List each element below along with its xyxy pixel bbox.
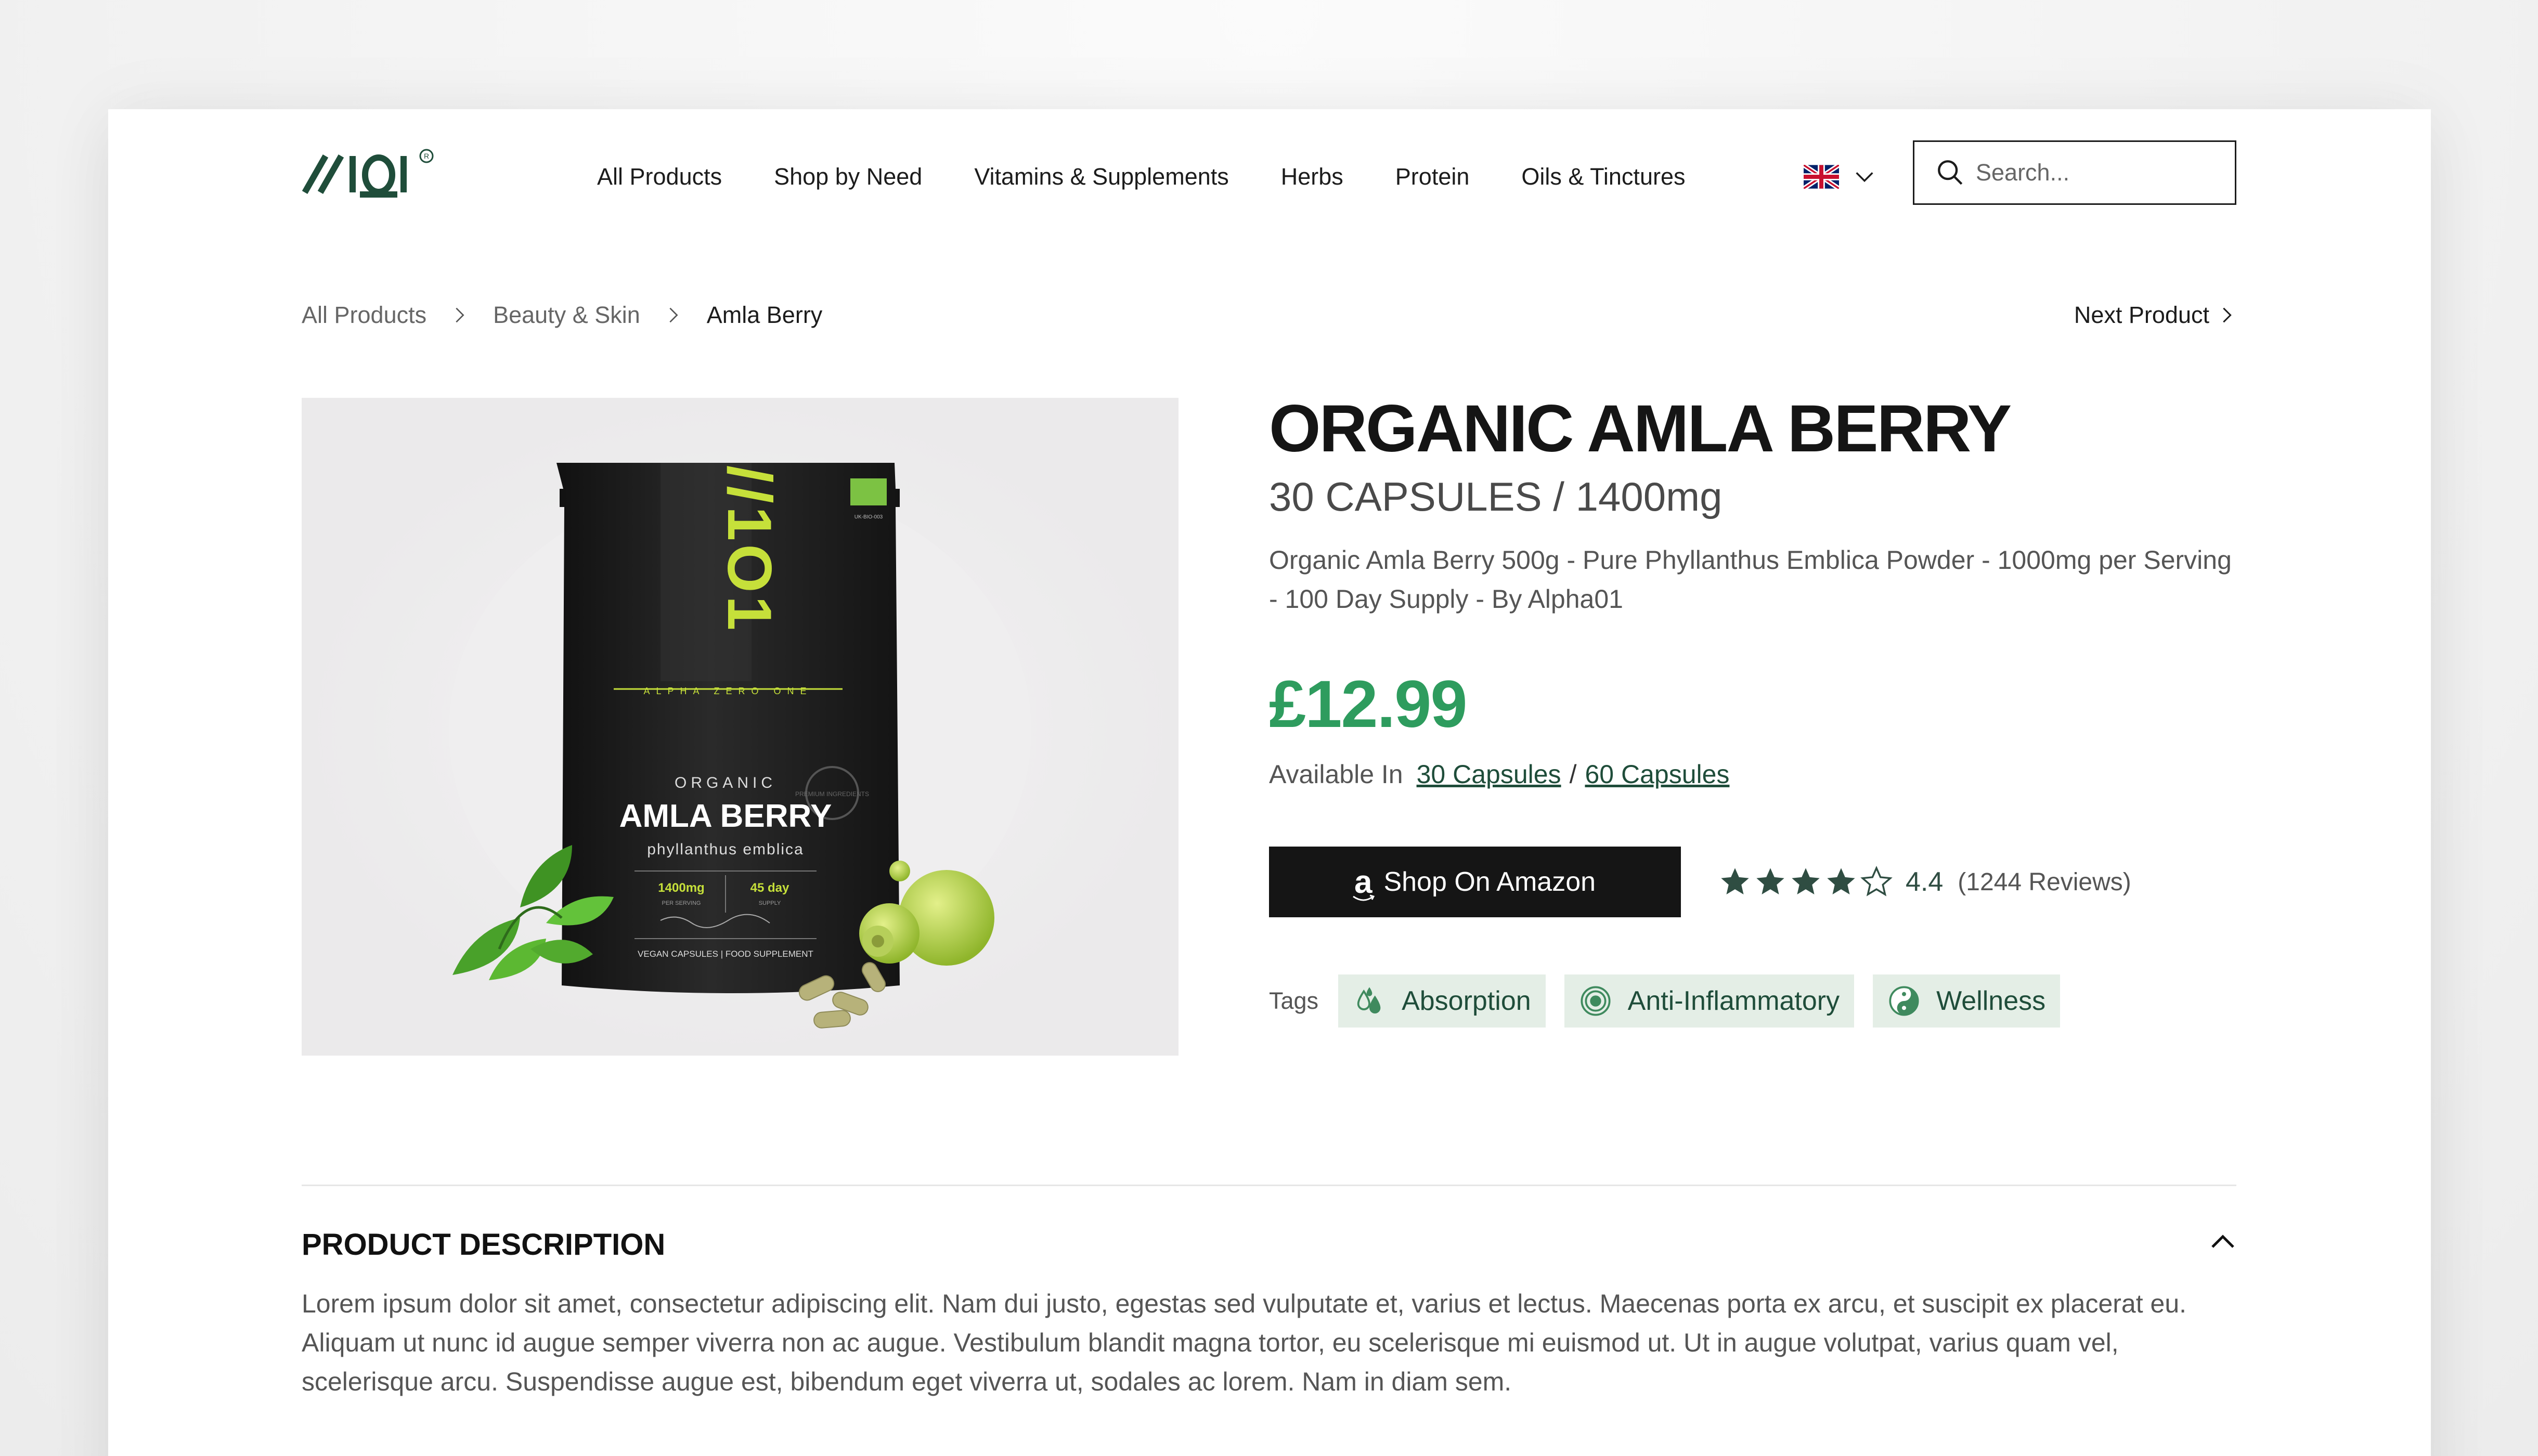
- pouch-name-text: AMLA BERRY: [619, 798, 832, 834]
- pouch-stat1-value: 1400mg: [658, 881, 704, 895]
- nav-protein[interactable]: Protein: [1395, 163, 1470, 190]
- amazon-smile-icon: [1353, 894, 1375, 901]
- nav-shop-by-need[interactable]: Shop by Need: [774, 163, 922, 190]
- tag-label: Anti-Inflammatory: [1627, 986, 1840, 1016]
- chevron-down-icon: [1856, 172, 1873, 183]
- nav-herbs[interactable]: Herbs: [1281, 163, 1343, 190]
- tag-wellness[interactable]: Wellness: [1873, 974, 2061, 1028]
- target-rings-icon: [1581, 986, 1611, 1016]
- pouch-organic-text: ORGANIC: [675, 774, 776, 791]
- product-short-description: Organic Amla Berry 500g - Pure Phyllanth…: [1269, 545, 2232, 614]
- next-product-label: Next Product: [2074, 302, 2209, 328]
- svg-text://1O1: //1O1: [715, 465, 784, 634]
- logo-mark-icon: R: [302, 149, 434, 198]
- breadcrumb-current: Amla Berry: [706, 302, 823, 328]
- svg-text:R: R: [424, 152, 429, 160]
- rating-value: 4.4: [1906, 867, 1944, 897]
- variant-link-60[interactable]: 60 Capsules: [1585, 759, 1729, 789]
- section-divider: [302, 1185, 2236, 1186]
- brand-logo[interactable]: R: [302, 140, 437, 198]
- tag-anti-inflammatory[interactable]: Anti-Inflammatory: [1564, 974, 1855, 1028]
- pouch-stat2-label: SUPPLY: [759, 900, 781, 906]
- product-page-card: R All Products Shop by Need Vitamins & S…: [108, 109, 2431, 1456]
- breadcrumb-beauty-skin[interactable]: Beauty & Skin: [493, 302, 640, 329]
- tags-label: Tags: [1269, 987, 1319, 1014]
- chevron-right-icon: [2223, 307, 2232, 323]
- rating[interactable]: 4.4 (1244 Reviews): [1718, 865, 2131, 899]
- breadcrumb-all-products[interactable]: All Products: [302, 302, 426, 329]
- shop-on-amazon-button[interactable]: a Shop On Amazon: [1269, 847, 1681, 917]
- nav-oils-tinctures[interactable]: Oils & Tinctures: [1521, 163, 1685, 190]
- nav-vitamins-supplements[interactable]: Vitamins & Supplements: [974, 163, 1228, 190]
- pouch-stat1-label: PER SERVING: [662, 900, 701, 906]
- chevron-right-icon: [669, 307, 678, 323]
- main-nav: All Products Shop by Need Vitamins & Sup…: [597, 156, 1737, 198]
- variant-link-30[interactable]: 30 Capsules: [1417, 759, 1561, 789]
- search-box[interactable]: [1913, 140, 2236, 205]
- next-product-link[interactable]: Next Product: [2074, 302, 2237, 329]
- yin-yang-icon: [1889, 986, 1919, 1016]
- review-count[interactable]: (1244 Reviews): [1958, 868, 2131, 896]
- tags-row: Tags Absorption Anti-Inflammatory Wellne…: [1269, 974, 2236, 1028]
- pouch-stat2-value: 45 day: [750, 881, 789, 895]
- tag-label: Absorption: [1402, 986, 1531, 1016]
- search-input[interactable]: [1976, 159, 2205, 186]
- product-description-heading[interactable]: PRODUCT DESCRIPTION: [302, 1227, 665, 1262]
- product-description-body: Lorem ipsum dolor sit amet, consectetur …: [302, 1289, 2187, 1396]
- product-price: £12.99: [1269, 667, 1468, 742]
- language-selector[interactable]: [1804, 161, 1887, 192]
- star-filled-icon: [1756, 868, 1784, 894]
- available-label: Available In: [1269, 760, 1403, 789]
- water-drops-icon: [1357, 987, 1381, 1013]
- pouch-latin-text: phyllanthus emblica: [647, 841, 804, 858]
- star-filled-icon: [1827, 868, 1855, 894]
- product-image[interactable]: //1O1 UK-BIO-003 ALPHA ZERO ONE PREMIUM …: [302, 398, 1179, 1056]
- star-filled-icon: [1792, 868, 1820, 894]
- amazon-logo-icon: a: [1353, 864, 1375, 901]
- chevron-up-icon[interactable]: [2207, 1226, 2238, 1257]
- shop-on-amazon-label: Shop On Amazon: [1383, 867, 1596, 897]
- breadcrumb: All Products Beauty & Skin Amla Berry: [302, 302, 822, 329]
- available-variants: Available In 30 Capsules / 60 Capsules: [1269, 759, 2236, 789]
- product-pouch-illustration: //1O1 UK-BIO-003 ALPHA ZERO ONE PREMIUM …: [302, 398, 1179, 1056]
- product-info: ORGANIC AMLA BERRY 30 CAPSULES / 1400mg …: [1269, 390, 2236, 1028]
- pouch-brand-text: ALPHA ZERO ONE: [643, 686, 812, 696]
- star-filled-icon: [1721, 868, 1749, 894]
- chevron-right-icon: [456, 307, 464, 323]
- search-icon: [1938, 160, 1963, 185]
- star-outline-icon: [1860, 866, 1893, 896]
- buy-row: a Shop On Amazon 4.4 (1244 Reviews): [1269, 847, 2236, 917]
- svg-text:UK-BIO-003: UK-BIO-003: [854, 514, 883, 520]
- pouch-footer-text: VEGAN CAPSULES | FOOD SUPPLEMENT: [638, 949, 813, 959]
- product-subtitle: 30 CAPSULES / 1400mg: [1269, 474, 1723, 519]
- tag-label: Wellness: [1936, 986, 2046, 1016]
- product-title: ORGANIC AMLA BERRY: [1269, 392, 2012, 466]
- tag-absorption[interactable]: Absorption: [1338, 974, 1546, 1028]
- variant-separator: /: [1569, 760, 1577, 789]
- pouch-seal-text: PREMIUM INGREDIENTS: [795, 790, 869, 798]
- nav-all-products[interactable]: All Products: [597, 163, 722, 190]
- uk-flag-icon: [1804, 165, 1839, 189]
